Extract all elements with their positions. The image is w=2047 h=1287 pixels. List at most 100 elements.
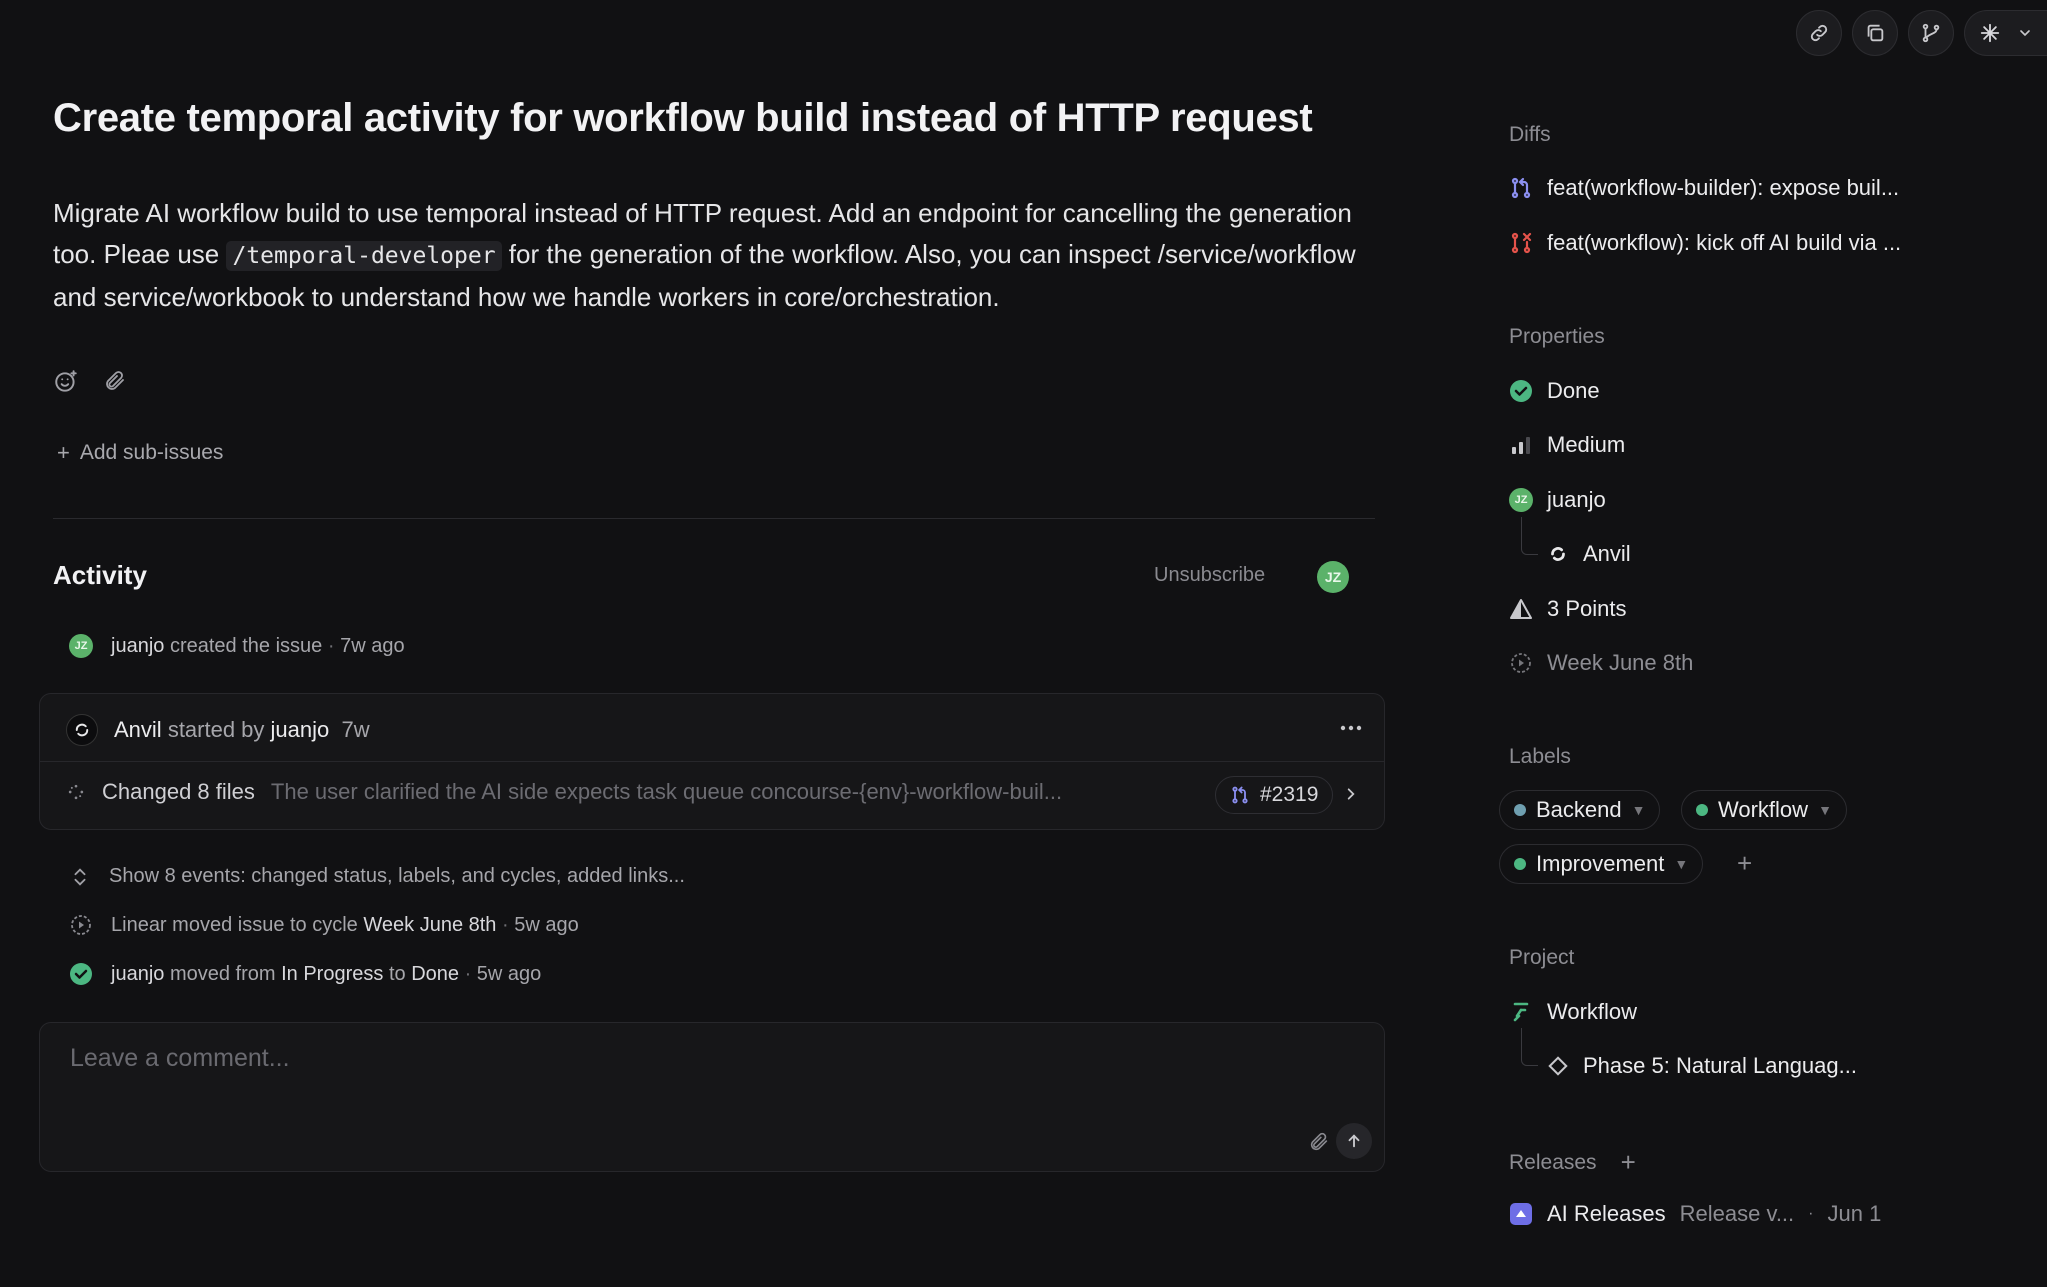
add-sub-issues-label: Add sub-issues xyxy=(79,441,224,464)
event-time: 5w ago xyxy=(476,962,542,985)
avatar[interactable]: JZ xyxy=(69,634,93,658)
subscriber-avatar[interactable]: JZ xyxy=(1317,561,1349,593)
diff-item[interactable]: feat(workflow): kick off AI build via ..… xyxy=(1509,230,1901,256)
activity-heading: Activity xyxy=(53,560,147,590)
issue-title[interactable]: Create temporal activity for workflow bu… xyxy=(53,96,1313,141)
unsubscribe-button[interactable]: Unsubscribe xyxy=(1154,564,1265,587)
delegate-property[interactable]: Anvil xyxy=(1547,541,1631,567)
agent-session-header: Anvil started by juanjo 7w xyxy=(66,714,370,746)
comment-input[interactable] xyxy=(68,1043,1272,1074)
pull-request-icon xyxy=(1511,177,1531,199)
priority-property[interactable]: Medium xyxy=(1509,432,1625,458)
show-events-toggle[interactable]: Show 8 events: changed status, labels, a… xyxy=(69,865,685,888)
agent-session-card[interactable]: Anvil started by juanjo 7w Changed 8 fil… xyxy=(39,693,1385,830)
issue-description[interactable]: Migrate AI workflow build to use tempora… xyxy=(53,193,1363,318)
pull-request-pill[interactable]: #2319 xyxy=(1215,776,1334,814)
done-check-icon xyxy=(70,963,92,985)
estimate-property[interactable]: 3 Points xyxy=(1509,596,1627,622)
add-reaction-icon[interactable] xyxy=(53,369,79,395)
priority-medium-icon xyxy=(1512,437,1530,454)
activity-created-event: JZ juanjo created the issue · 7w ago xyxy=(69,634,405,658)
event-actor[interactable]: juanjo xyxy=(111,635,164,657)
event-actor: Linear xyxy=(111,913,167,936)
tree-connector xyxy=(1521,1028,1538,1066)
priority-value: Medium xyxy=(1547,432,1626,457)
pr-number: #2319 xyxy=(1260,783,1319,806)
more-options-icon[interactable] xyxy=(1340,724,1362,732)
delegate-value: Anvil xyxy=(1583,541,1631,566)
event-action: created the issue xyxy=(169,634,323,657)
label-name: Backend xyxy=(1536,797,1622,822)
done-check-icon xyxy=(1510,380,1532,402)
pull-request-closed-icon xyxy=(1511,232,1532,254)
event-actor[interactable]: juanjo xyxy=(111,963,164,985)
attachment-icon[interactable] xyxy=(1308,1131,1330,1153)
diff-title: feat(workflow): kick off AI build via ..… xyxy=(1547,230,1902,255)
project-icon xyxy=(1513,1002,1529,1022)
agent-name[interactable]: Anvil xyxy=(114,717,162,742)
release-date: Jun 1 xyxy=(1827,1201,1882,1226)
label-name: Workflow xyxy=(1718,797,1809,822)
cycle-property[interactable]: Week June 8th xyxy=(1509,650,1693,676)
cycle-value: Week June 8th xyxy=(1547,650,1694,675)
event-from-status: In Progress xyxy=(281,962,384,985)
agent-summary: The user clarified the AI side expects t… xyxy=(270,779,1063,804)
label-chip-improvement[interactable]: Improvement ▼ xyxy=(1499,844,1704,884)
link-icon xyxy=(1810,24,1828,42)
add-release-button[interactable]: + xyxy=(1621,1147,1636,1178)
label-chip-backend[interactable]: Backend ▼ xyxy=(1499,790,1661,830)
tree-connector xyxy=(1521,517,1538,555)
project-section-label: Project xyxy=(1509,946,1575,969)
add-label-button[interactable]: + xyxy=(1737,848,1752,879)
chevron-right-icon[interactable] xyxy=(1344,785,1358,803)
release-name: AI Releases xyxy=(1547,1201,1666,1226)
issue-toolbar xyxy=(1796,10,2047,56)
event-target[interactable]: Week June 8th xyxy=(363,914,496,936)
assignee-property[interactable]: JZ juanjo xyxy=(1509,487,1606,513)
git-branch-icon xyxy=(1922,23,1940,43)
copy-icon xyxy=(1867,24,1884,42)
event-action: moved from xyxy=(169,962,276,985)
pull-request-icon xyxy=(1232,786,1248,804)
release-separator: · xyxy=(1808,1205,1814,1222)
agent-changes-row[interactable]: Changed 8 files The user clarified the A… xyxy=(66,779,1062,805)
label-color-dot xyxy=(1696,804,1708,816)
event-to-status: Done xyxy=(411,962,459,985)
loading-dots-icon xyxy=(68,784,84,800)
release-icon xyxy=(1510,1203,1532,1225)
event-time: 5w ago xyxy=(514,913,579,936)
agent-started-by: started by xyxy=(167,717,265,742)
project-property[interactable]: Workflow xyxy=(1509,999,1637,1025)
estimate-triangle-icon xyxy=(1510,599,1532,619)
diff-title: feat(workflow-builder): expose buil... xyxy=(1547,175,1900,200)
diffs-section-label: Diffs xyxy=(1509,123,1551,146)
add-sub-issues-button[interactable]: + Add sub-issues xyxy=(57,440,223,466)
copy-branch-button[interactable] xyxy=(1908,10,1954,56)
milestone-property[interactable]: Phase 5: Natural Languag... xyxy=(1547,1053,1857,1079)
event-action: moved issue to cycle xyxy=(172,913,358,936)
agent-started-user[interactable]: juanjo xyxy=(271,717,330,742)
status-property[interactable]: Done xyxy=(1509,378,1600,404)
assignee-avatar: JZ xyxy=(1509,488,1533,512)
event-action-to: to xyxy=(388,962,406,985)
inline-code: /temporal-developer xyxy=(226,241,502,271)
divider xyxy=(53,518,1375,519)
agent-menu-button[interactable] xyxy=(1964,10,2047,56)
copy-link-button[interactable] xyxy=(1796,10,1842,56)
event-time: 7w ago xyxy=(340,634,405,657)
activity-cycle-event: Linear moved issue to cycle Week June 8t… xyxy=(69,913,579,937)
copy-id-button[interactable] xyxy=(1852,10,1898,56)
releases-section-label: Releases xyxy=(1509,1150,1597,1174)
project-value: Workflow xyxy=(1547,999,1638,1024)
agent-avatar xyxy=(66,714,98,746)
label-chip-workflow[interactable]: Workflow ▼ xyxy=(1681,790,1847,830)
attachment-icon[interactable] xyxy=(103,369,127,393)
milestone-diamond-icon xyxy=(1548,1056,1568,1076)
cycle-icon xyxy=(71,915,91,935)
assignee-value: juanjo xyxy=(1547,487,1606,512)
diff-item[interactable]: feat(workflow-builder): expose buil... xyxy=(1509,175,1899,201)
release-item[interactable]: AI Releases Release v... · Jun 1 xyxy=(1509,1201,1881,1227)
card-divider xyxy=(40,761,1384,762)
submit-comment-button[interactable] xyxy=(1336,1123,1372,1159)
plus-icon: + xyxy=(57,440,70,465)
